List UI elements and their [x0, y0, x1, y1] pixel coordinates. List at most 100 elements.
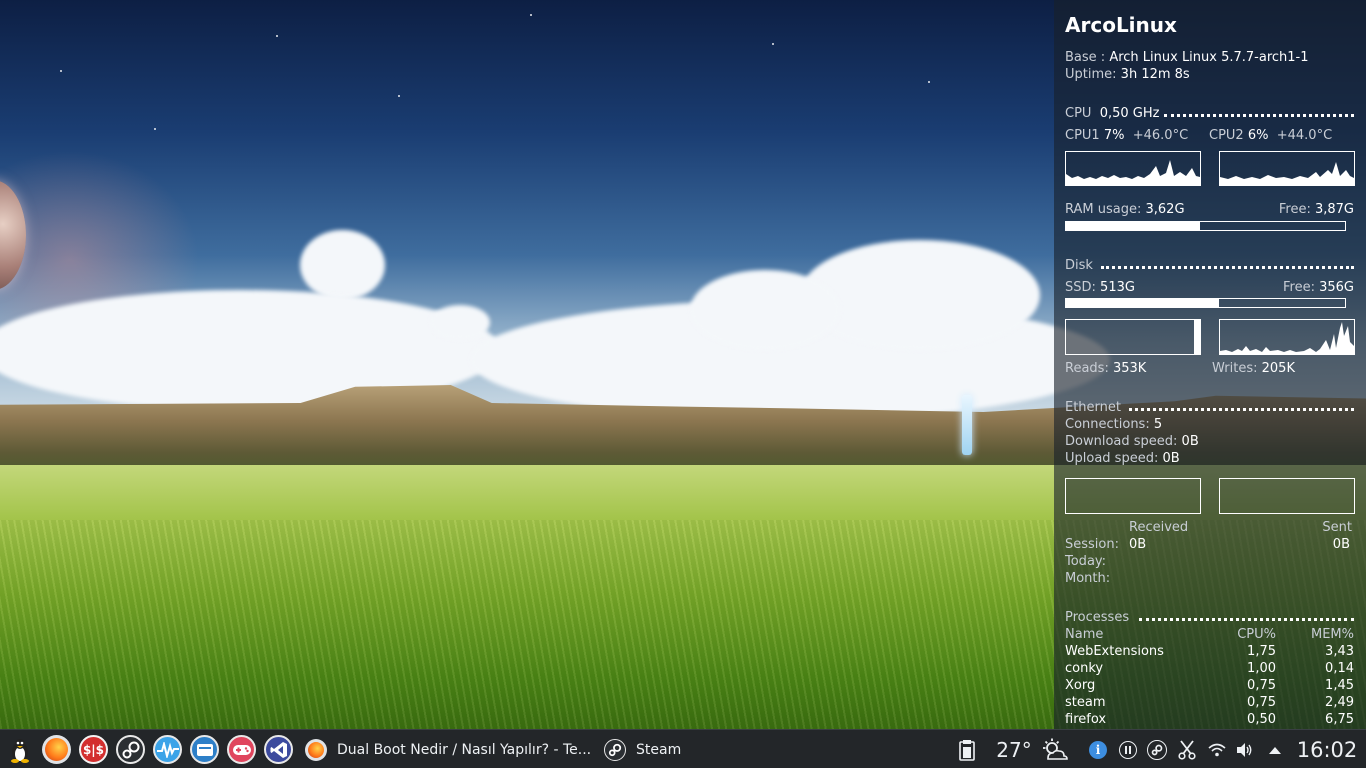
cpu1-usage: 7%	[1103, 128, 1125, 143]
today-label: Today:	[1065, 554, 1107, 569]
base-row: Base : Arch Linux Linux 5.7.7-arch1-1	[1065, 50, 1309, 66]
process-mem: 6,75	[1325, 712, 1354, 727]
task-firefox[interactable]: Dual Boot Nedir / Nasıl Yapılır? - Te...	[305, 730, 591, 768]
star	[60, 70, 62, 72]
taskbar: $|$ Dual Boot Nedir / Nasıl Yapılır? - T…	[0, 729, 1366, 768]
disk-writes-graph	[1219, 319, 1355, 355]
download-label: Download speed:	[1065, 434, 1178, 449]
cpu-divider	[1164, 114, 1354, 117]
steam-icon[interactable]	[116, 735, 145, 764]
disk-label: Disk	[1065, 258, 1093, 273]
cpu1-graph	[1065, 151, 1201, 186]
cpu1-row: CPU1 7% +46.0°C	[1065, 128, 1188, 144]
ethernet-divider	[1129, 408, 1354, 411]
cloud	[800, 240, 1040, 350]
process-mem: 1,45	[1325, 678, 1354, 693]
game-controller-icon[interactable]	[227, 735, 256, 764]
task-steam[interactable]: Steam	[604, 730, 681, 768]
proc-header-name: Name	[1065, 627, 1104, 642]
session-label: Session:	[1065, 537, 1119, 552]
star	[530, 14, 532, 16]
file-manager-icon[interactable]	[190, 735, 219, 764]
proc-header-cpu: CPU%	[1237, 627, 1276, 642]
uptime-row: Uptime: 3h 12m 8s	[1065, 67, 1190, 83]
ssd-label: SSD:	[1065, 280, 1096, 295]
proc-header-mem: MEM%	[1311, 627, 1354, 642]
received-label: Received	[1129, 520, 1189, 535]
cpu2-temp: +44.0°C	[1276, 128, 1333, 143]
cloud	[430, 305, 490, 340]
ssd-free-row: Free: 356G	[1283, 280, 1354, 296]
tux-icon[interactable]	[5, 735, 34, 764]
steam-icon	[604, 738, 626, 761]
ram-free-row: Free: 3,87G	[1279, 202, 1354, 218]
process-cpu: 1,00	[1247, 661, 1276, 676]
cpu2-graph	[1219, 151, 1355, 186]
ssd-free-label: Free:	[1283, 280, 1315, 295]
cpu-header: CPU 0,50 GHz	[1065, 106, 1159, 122]
process-cpu: 1,75	[1247, 644, 1276, 659]
ssd-row: SSD: 513G	[1065, 280, 1135, 296]
upload-value: 0B	[1162, 451, 1180, 466]
uptime-value: 3h 12m 8s	[1120, 67, 1190, 82]
processes-label: Processes	[1065, 610, 1130, 625]
star	[154, 128, 156, 130]
cpu-label: CPU	[1065, 106, 1092, 121]
vscode-icon[interactable]	[264, 735, 293, 764]
ram-free-label: Free:	[1278, 202, 1311, 217]
ram-free: 3,87G	[1314, 202, 1354, 217]
ram-row: RAM usage: 3,62G	[1065, 202, 1185, 218]
system-monitor-icon[interactable]	[153, 735, 182, 764]
info-icon[interactable]: i	[1087, 730, 1109, 768]
cpu2-row: CPU2 6% +44.0°C	[1209, 128, 1332, 144]
steam-tray-icon[interactable]	[1145, 730, 1169, 768]
session-received: 0B	[1129, 537, 1147, 552]
month-label: Month:	[1065, 571, 1111, 586]
firefox-icon	[305, 738, 327, 761]
weather-temp[interactable]: 27°	[994, 730, 1034, 768]
sent-label: Sent	[1322, 520, 1352, 535]
arrow-up-icon[interactable]	[1265, 730, 1285, 768]
waterfall	[962, 395, 972, 455]
ssd-size: 513G	[1100, 280, 1135, 295]
cloud	[690, 270, 840, 350]
connections-row: Connections: 5	[1065, 417, 1162, 433]
conky-system-monitor: ArcoLinux Base : Arch Linux Linux 5.7.7-…	[1054, 0, 1366, 729]
weather-icon[interactable]	[1038, 730, 1070, 768]
ethernet-label: Ethernet	[1065, 400, 1121, 415]
ram-label: RAM usage:	[1065, 202, 1142, 217]
cpu1-label: CPU1	[1065, 128, 1100, 143]
process-mem: 3,43	[1325, 644, 1354, 659]
cpu2-usage: 6%	[1247, 128, 1269, 143]
cpu1-temp: +46.0°C	[1132, 128, 1189, 143]
clock[interactable]: 16:02	[1292, 730, 1362, 768]
upload-label: Upload speed:	[1065, 451, 1159, 466]
base-value: Arch Linux Linux 5.7.7-arch1-1	[1109, 50, 1309, 65]
firefox-icon[interactable]	[42, 735, 71, 764]
writes-label: Writes:	[1212, 361, 1258, 376]
task-label: Dual Boot Nedir / Nasıl Yapılır? - Te...	[337, 741, 592, 758]
process-mem: 2,49	[1325, 695, 1354, 710]
wifi-icon[interactable]	[1206, 730, 1228, 768]
ssd-usage-fill	[1066, 299, 1220, 307]
process-name: steam	[1065, 695, 1106, 710]
ssd-usage-bar	[1065, 298, 1346, 308]
task-label: Steam	[636, 741, 682, 758]
volume-icon[interactable]	[1234, 730, 1256, 768]
disk-writes-row: Writes: 205K	[1212, 361, 1295, 377]
connections-value: 5	[1153, 417, 1163, 432]
scissors-icon[interactable]	[1176, 730, 1198, 768]
clipboard-icon[interactable]	[955, 730, 979, 768]
process-cpu: 0,75	[1247, 678, 1276, 693]
star	[398, 95, 400, 97]
process-cpu: 0,50	[1247, 712, 1276, 727]
process-mem: 0,14	[1325, 661, 1354, 676]
pause-icon[interactable]	[1117, 730, 1139, 768]
process-name: conky	[1065, 661, 1104, 676]
money-manager-icon[interactable]: $|$	[79, 735, 108, 764]
ram-usage-bar	[1065, 221, 1346, 231]
upload-graph	[1219, 478, 1355, 514]
star	[772, 43, 774, 45]
cpu2-label: CPU2	[1209, 128, 1244, 143]
connections-label: Connections:	[1065, 417, 1150, 432]
